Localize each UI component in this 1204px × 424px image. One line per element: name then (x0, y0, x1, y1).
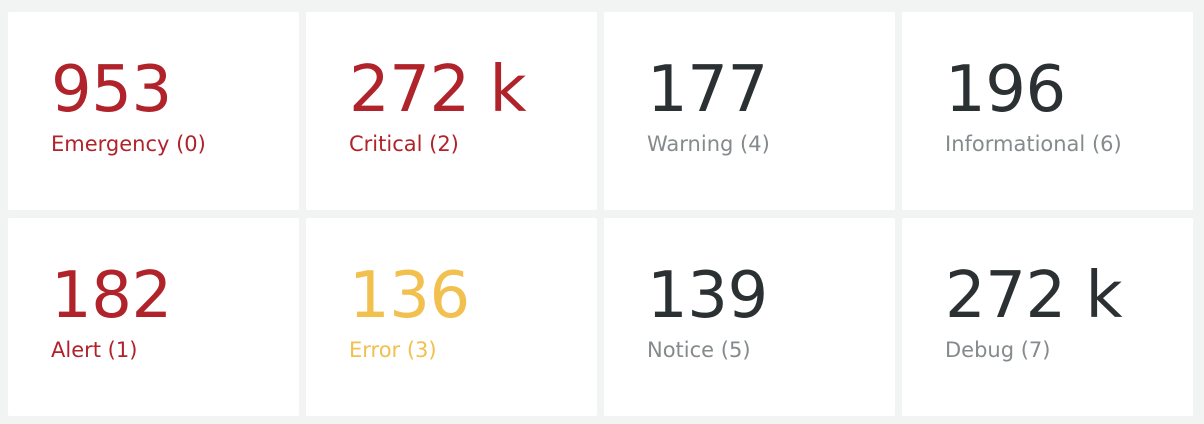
stat-label: Alert (1) (51, 338, 138, 362)
stat-value: 139 (647, 259, 768, 333)
severity-stat-grid: 953 Emergency (0) 272 k Critical (2) 177… (0, 0, 1204, 424)
stat-value: 272 k (945, 259, 1123, 333)
stat-tile-emergency[interactable]: 953 Emergency (0) (8, 12, 299, 210)
stat-tile-debug[interactable]: 272 k Debug (7) (902, 218, 1193, 416)
stat-label: Notice (5) (647, 338, 751, 362)
stat-value: 136 (349, 259, 470, 333)
stat-tile-warning[interactable]: 177 Warning (4) (604, 12, 895, 210)
stat-value: 953 (51, 53, 172, 127)
stat-tile-informational[interactable]: 196 Informational (6) (902, 12, 1193, 210)
stat-value: 196 (945, 53, 1066, 127)
stat-label: Informational (6) (945, 132, 1122, 156)
stat-label: Warning (4) (647, 132, 770, 156)
stat-label: Critical (2) (349, 132, 459, 156)
stat-label: Error (3) (349, 338, 437, 362)
stat-value: 182 (51, 259, 172, 333)
stat-label: Emergency (0) (51, 132, 206, 156)
stat-tile-critical[interactable]: 272 k Critical (2) (306, 12, 597, 210)
stat-tile-alert[interactable]: 182 Alert (1) (8, 218, 299, 416)
stat-value: 272 k (349, 53, 527, 127)
stat-label: Debug (7) (945, 338, 1051, 362)
stat-tile-error[interactable]: 136 Error (3) (306, 218, 597, 416)
stat-value: 177 (647, 53, 768, 127)
stat-tile-notice[interactable]: 139 Notice (5) (604, 218, 895, 416)
